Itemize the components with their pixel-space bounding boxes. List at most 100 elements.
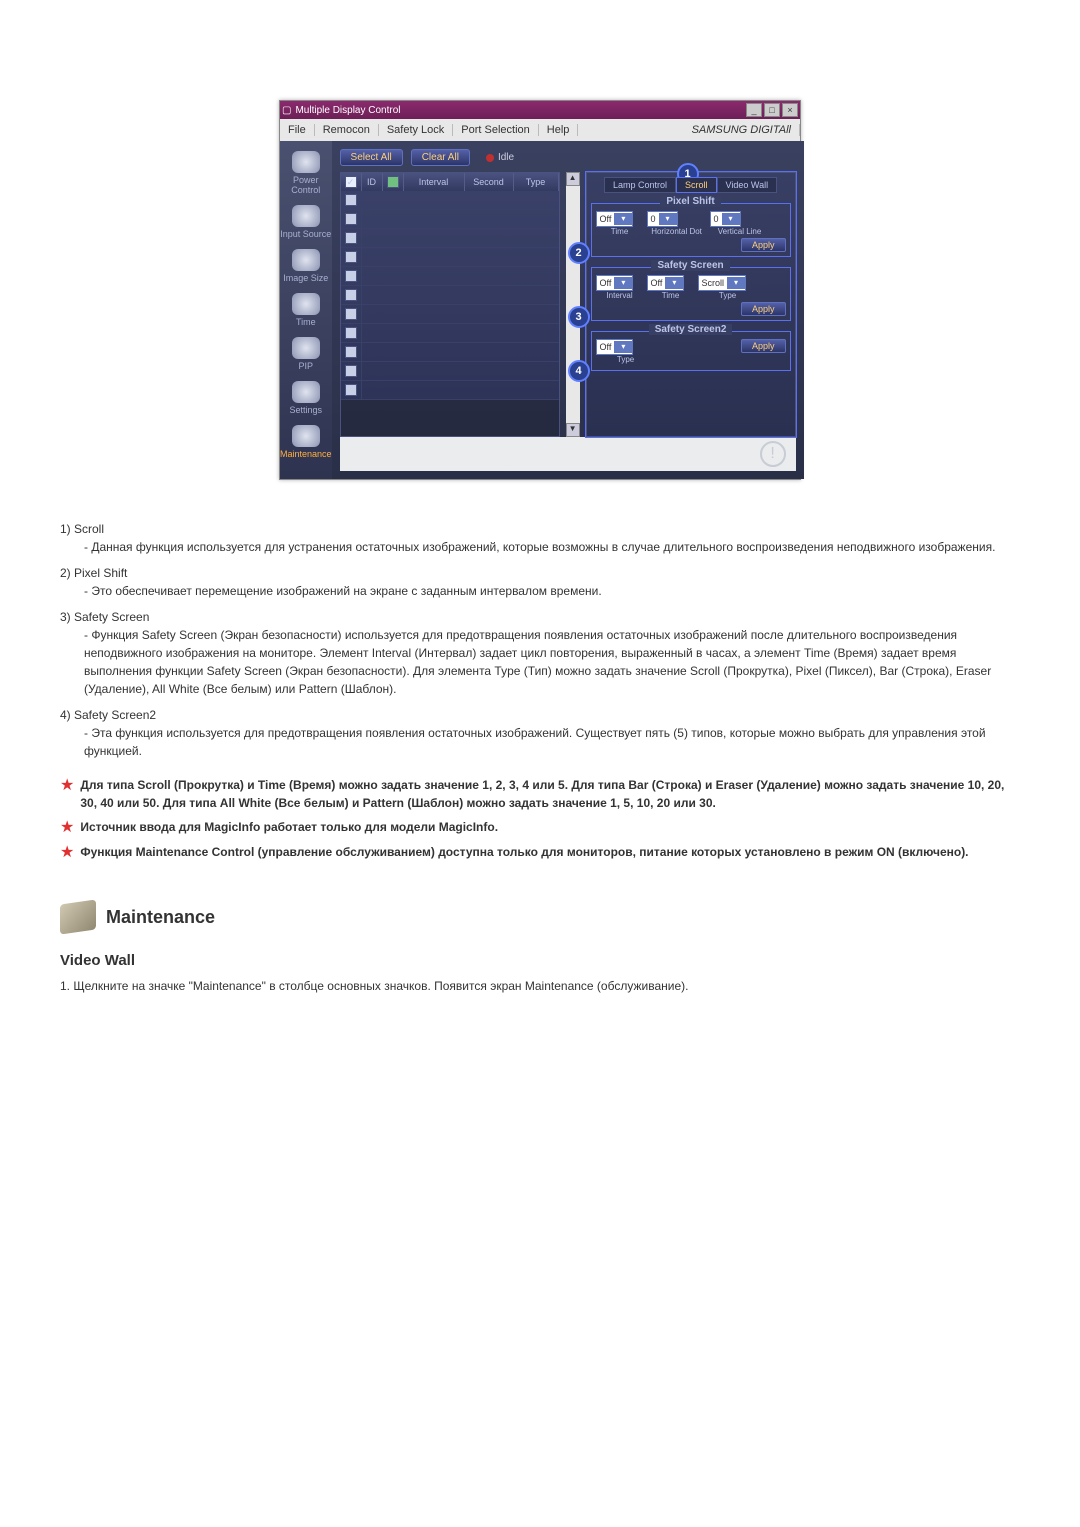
pixel-shift-title: Pixel Shift — [660, 196, 720, 207]
menu-safety-lock[interactable]: Safety Lock — [379, 124, 453, 136]
menu-port-selection[interactable]: Port Selection — [453, 124, 538, 136]
section-header: Maintenance — [60, 902, 1020, 932]
star-icon: ★ — [60, 818, 74, 837]
table-row[interactable] — [341, 343, 559, 362]
app-icon: ▢ — [282, 105, 291, 116]
col-check[interactable]: ✓ — [341, 173, 362, 191]
idle-dot-icon — [486, 154, 494, 162]
pixel-time-select[interactable]: Off▾ — [596, 211, 634, 227]
safety2-apply-button[interactable]: Apply — [741, 339, 786, 353]
power-icon — [292, 151, 320, 173]
scroll-up-icon[interactable]: ▲ — [566, 172, 580, 186]
callout-4: 4 — [568, 360, 590, 382]
col-m[interactable] — [383, 173, 404, 191]
step-1: 1. Щелкните на значке "Maintenance" в ст… — [60, 979, 1020, 993]
safety-type-select[interactable]: Scroll▾ — [698, 275, 747, 291]
star-icon: ★ — [60, 776, 74, 812]
note-2-body: - Это обеспечивает перемещение изображен… — [84, 582, 1020, 600]
sidebar-image-size[interactable]: Image Size — [280, 249, 332, 283]
maintenance-icon — [292, 425, 320, 447]
col-interval[interactable]: Interval — [404, 173, 465, 191]
chevron-down-icon: ▾ — [659, 213, 677, 225]
star-1: Для типа Scroll (Прокрутка) и Time (Врем… — [80, 776, 1020, 812]
callout-2: 2 — [568, 242, 590, 264]
chevron-down-icon: ▾ — [665, 277, 683, 289]
table-row[interactable] — [341, 381, 559, 400]
close-button[interactable]: × — [782, 103, 798, 117]
star-3: Функция Maintenance Control (управление … — [80, 843, 968, 862]
table-row[interactable] — [341, 210, 559, 229]
tab-lamp-control[interactable]: Lamp Control — [604, 177, 676, 193]
notes-list: 1) Scroll - Данная функция используется … — [60, 520, 1020, 760]
sidebar-settings[interactable]: Settings — [280, 381, 332, 415]
chevron-down-icon: ▾ — [614, 341, 632, 353]
table-row[interactable] — [341, 191, 559, 210]
brand-label: SAMSUNG DIGITAll — [684, 124, 800, 136]
sub-title: Video Wall — [60, 952, 1020, 969]
chevron-down-icon: ▾ — [614, 213, 632, 225]
minimize-button[interactable]: _ — [746, 103, 762, 117]
time-icon — [292, 293, 320, 315]
sidebar-power-control[interactable]: Power Control — [280, 151, 332, 195]
menu-help[interactable]: Help — [539, 124, 579, 136]
col-id[interactable]: ID — [362, 173, 383, 191]
table-row[interactable] — [341, 305, 559, 324]
select-all-button[interactable]: Select All — [340, 149, 403, 166]
scroll-down-icon[interactable]: ▼ — [566, 423, 580, 437]
star-2: Источник ввода для MagicInfo работает то… — [80, 818, 498, 837]
menu-bar: File Remocon Safety Lock Port Selection … — [280, 119, 800, 141]
safety-interval-select[interactable]: Off▾ — [596, 275, 634, 291]
note-1-head: 1) Scroll — [60, 520, 1020, 538]
display-table: ✓ ID Interval Second Type — [340, 172, 560, 437]
note-3-body: - Функция Safety Screen (Экран безопасно… — [84, 626, 1020, 698]
note-4-body: - Эта функция используется для предотвра… — [84, 724, 1020, 760]
col-type[interactable]: Type — [514, 173, 559, 191]
menu-remocon[interactable]: Remocon — [315, 124, 379, 136]
image-size-icon — [292, 249, 320, 271]
note-1-body: - Данная функция используется для устран… — [84, 538, 1020, 556]
pixel-shift-panel: Pixel Shift Off▾Time 0▾Horizontal Dot 0▾… — [591, 203, 791, 257]
col-second[interactable]: Second — [465, 173, 514, 191]
pip-icon — [292, 337, 320, 359]
safety-time-select[interactable]: Off▾ — [647, 275, 685, 291]
sidebar-input-source[interactable]: Input Source — [280, 205, 332, 239]
tab-video-wall[interactable]: Video Wall — [717, 177, 778, 193]
sidebar: Power Control Input Source Image Size Ti… — [280, 141, 332, 479]
pixel-v-select[interactable]: 0▾ — [710, 211, 741, 227]
pixel-apply-button[interactable]: Apply — [741, 238, 786, 252]
table-row[interactable] — [341, 229, 559, 248]
table-row[interactable] — [341, 286, 559, 305]
star-list: ★Для типа Scroll (Прокрутка) и Time (Вре… — [60, 776, 1020, 862]
note-4-head: 4) Safety Screen2 — [60, 706, 1020, 724]
safety2-type-select[interactable]: Off▾ — [596, 339, 634, 355]
maintenance-section-icon — [60, 900, 96, 935]
chevron-down-icon: ▾ — [727, 277, 745, 289]
window-title: Multiple Display Control — [295, 105, 400, 116]
right-panel: 1 Lamp Control Scroll Video Wall Pixel S… — [586, 172, 796, 437]
note-2-head: 2) Pixel Shift — [60, 564, 1020, 582]
table-row[interactable] — [341, 324, 559, 343]
settings-icon — [292, 381, 320, 403]
clear-all-button[interactable]: Clear All — [411, 149, 470, 166]
note-3-head: 3) Safety Screen — [60, 608, 1020, 626]
idle-status: Idle — [486, 152, 514, 163]
sidebar-maintenance[interactable]: Maintenance — [280, 425, 332, 459]
safety-apply-button[interactable]: Apply — [741, 302, 786, 316]
scrollbar[interactable]: ▲ ▼ — [566, 172, 580, 437]
title-bar: ▢ Multiple Display Control _ □ × — [280, 101, 800, 119]
sidebar-time[interactable]: Time — [280, 293, 332, 327]
table-row[interactable] — [341, 248, 559, 267]
table-row[interactable] — [341, 362, 559, 381]
star-icon: ★ — [60, 843, 74, 862]
safety-screen2-title: Safety Screen2 — [649, 324, 733, 335]
menu-file[interactable]: File — [280, 124, 315, 136]
info-icon[interactable]: ! — [760, 441, 786, 467]
app-window: ▢ Multiple Display Control _ □ × File Re… — [279, 100, 801, 480]
table-row[interactable] — [341, 267, 559, 286]
chevron-down-icon: ▾ — [722, 213, 740, 225]
pixel-h-select[interactable]: 0▾ — [647, 211, 678, 227]
maximize-button[interactable]: □ — [764, 103, 780, 117]
tab-scroll[interactable]: Scroll — [676, 177, 717, 193]
chevron-down-icon: ▾ — [614, 277, 632, 289]
sidebar-pip[interactable]: PIP — [280, 337, 332, 371]
